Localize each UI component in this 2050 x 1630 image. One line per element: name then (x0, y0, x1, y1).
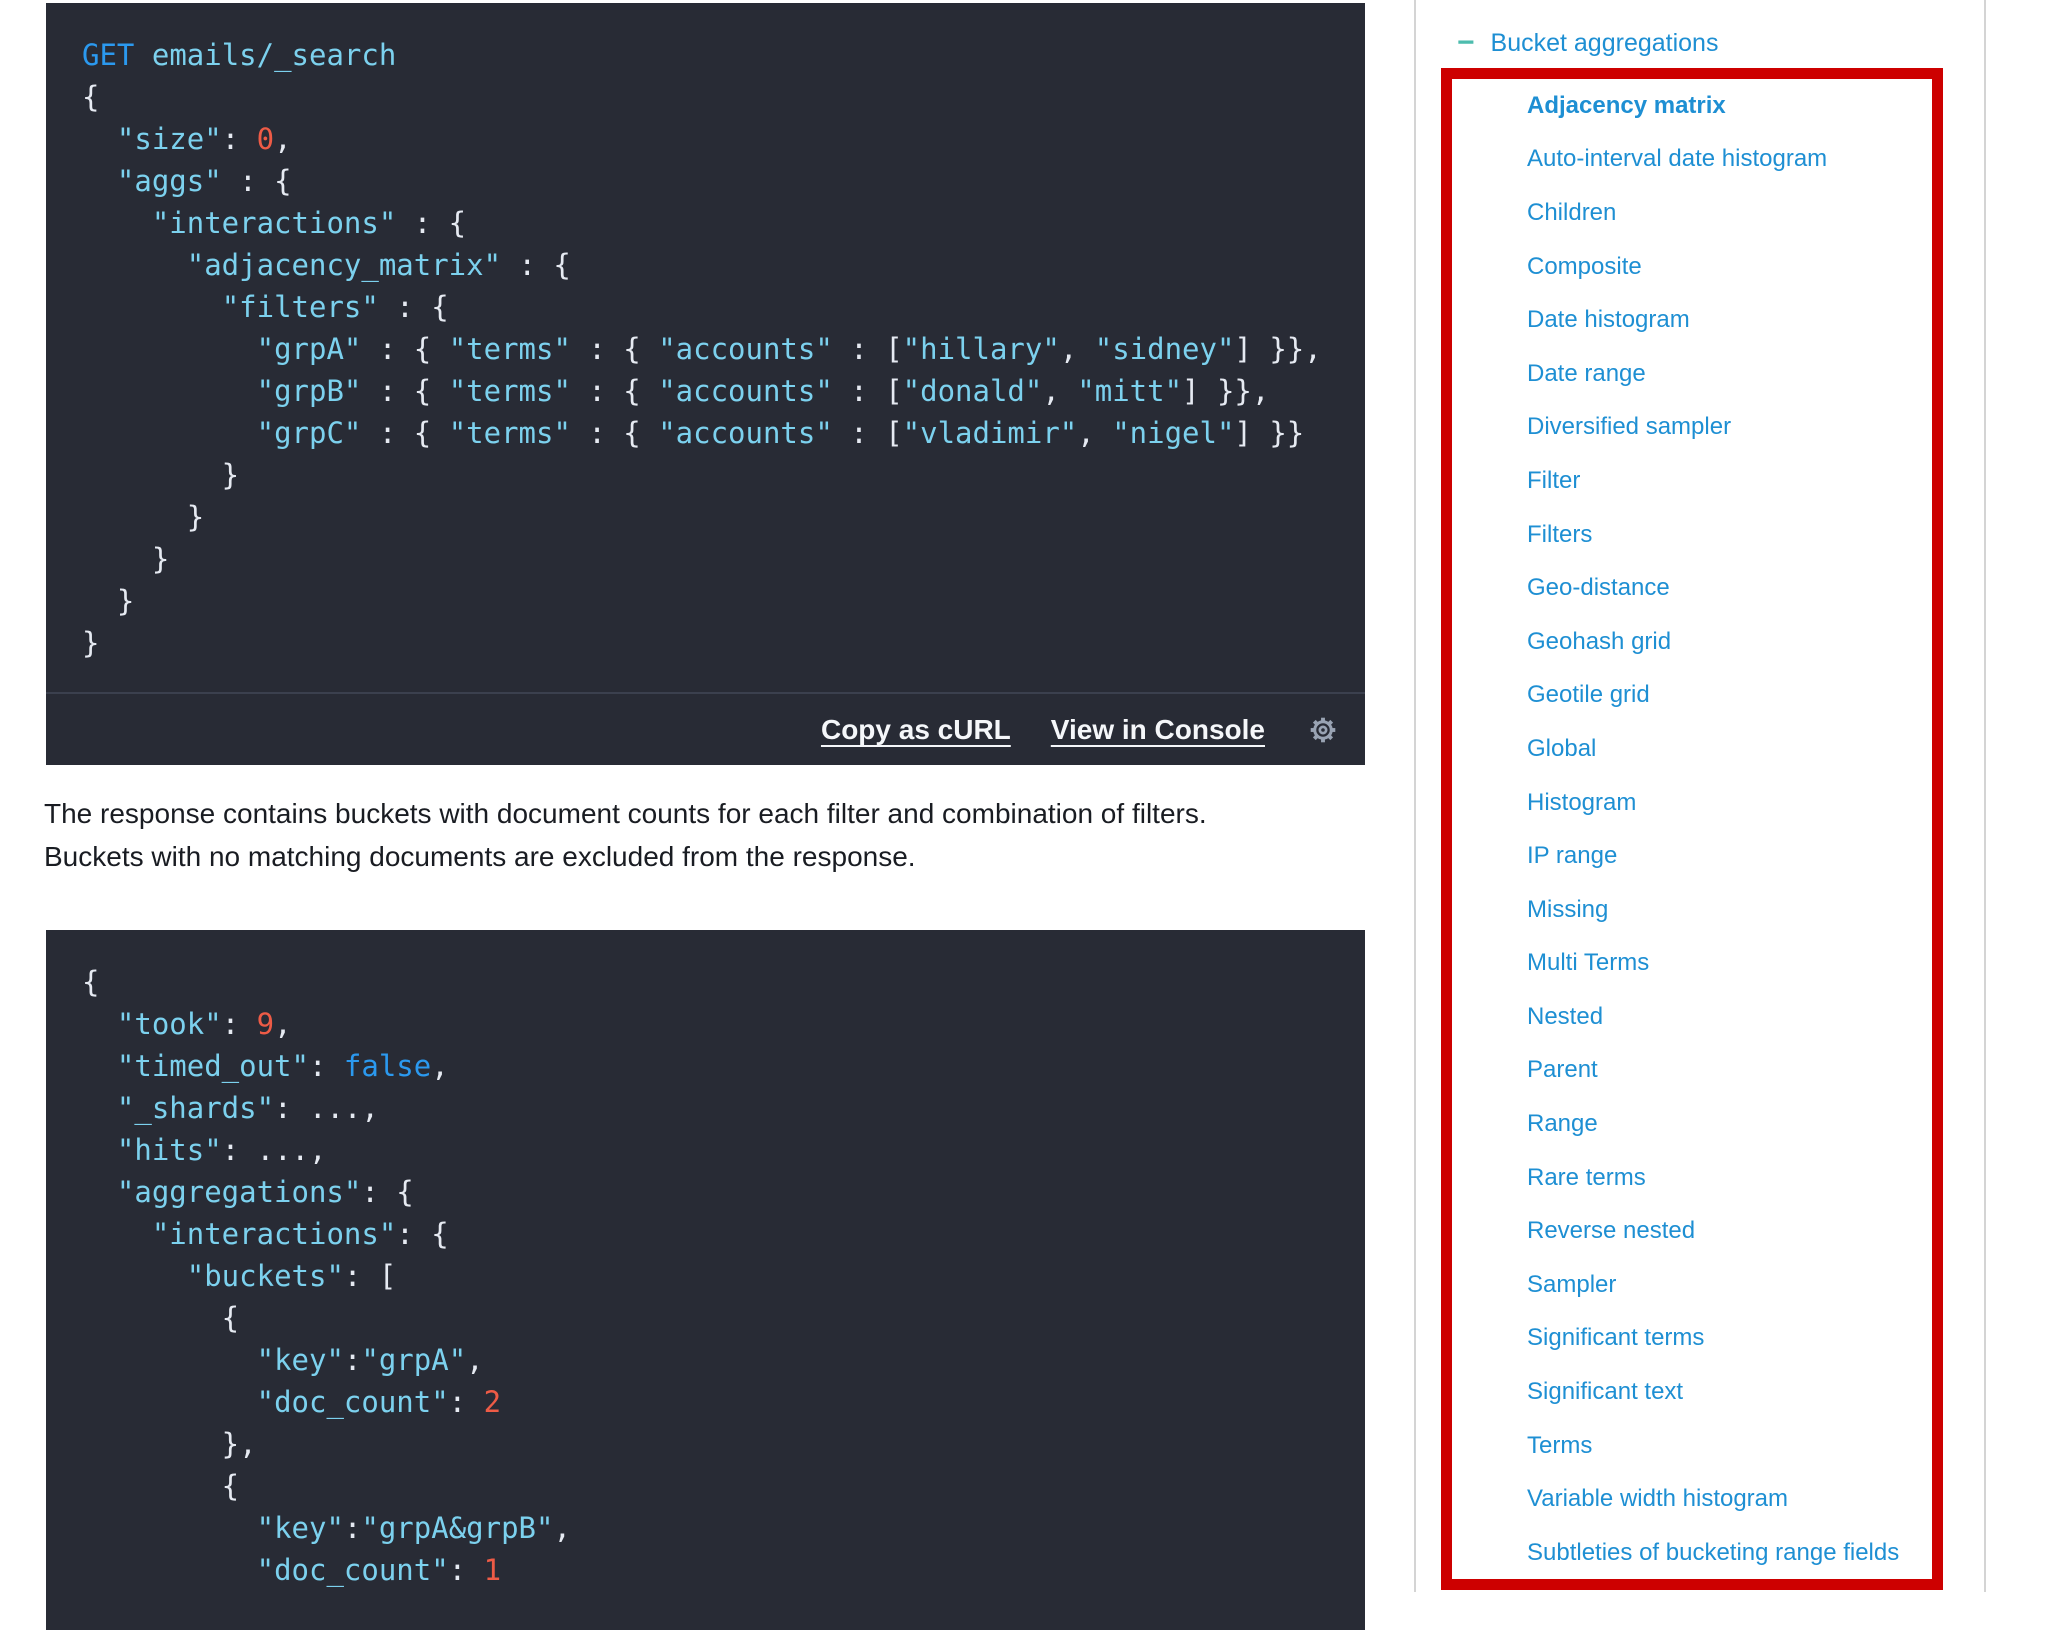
sidebar-item-rare-terms[interactable]: Rare terms (1527, 1151, 1927, 1205)
code-toolbar: Copy as cURL View in Console (46, 692, 1365, 765)
sidebar-item-children[interactable]: Children (1527, 186, 1927, 240)
sidebar-item-filters[interactable]: Filters (1527, 508, 1927, 562)
body-paragraph: The response contains buckets with docum… (44, 792, 1374, 878)
code-line: GET emails/_search (82, 34, 1345, 76)
code-line: "key":"grpA&grpB", (82, 1507, 1345, 1549)
sidebar-item-multi-terms[interactable]: Multi Terms (1527, 937, 1927, 991)
sidebar-item-histogram[interactable]: Histogram (1527, 776, 1927, 830)
response-code-block: { "took": 9, "timed_out": false, "_shard… (46, 930, 1365, 1630)
code-line: "_shards": ..., (82, 1087, 1345, 1129)
sidebar-item-terms[interactable]: Terms (1527, 1419, 1927, 1473)
sidebar-section-bucket-aggregations[interactable]: Bucket aggregations (1491, 29, 1719, 58)
code-line: "grpC" : { "terms" : { "accounts" : ["vl… (82, 412, 1345, 454)
code-line: { (82, 961, 1345, 1003)
copy-as-curl-button[interactable]: Copy as cURL (821, 714, 1011, 746)
sidebar-item-filter[interactable]: Filter (1527, 454, 1927, 508)
code-line: "aggregations": { (82, 1171, 1345, 1213)
code-line: "interactions": { (82, 1213, 1345, 1255)
code-line: { (82, 76, 1345, 118)
code-line: { (82, 1297, 1345, 1339)
content-sidebar-divider (1414, 0, 1416, 1592)
code-line: }, (82, 1423, 1345, 1465)
request-code: GET emails/_search{ "size": 0, "aggs" : … (46, 3, 1365, 692)
sidebar-item-significant-terms[interactable]: Significant terms (1527, 1312, 1927, 1366)
code-line: } (82, 580, 1345, 622)
request-code-block: GET emails/_search{ "size": 0, "aggs" : … (46, 3, 1365, 765)
code-line: "doc_count": 1 (82, 1549, 1345, 1591)
code-line: "key":"grpA", (82, 1339, 1345, 1381)
sidebar-item-parent[interactable]: Parent (1527, 1044, 1927, 1098)
sidebar-item-geo-distance[interactable]: Geo-distance (1527, 561, 1927, 615)
view-in-console-button[interactable]: View in Console (1051, 714, 1265, 746)
code-line: } (82, 454, 1345, 496)
sidebar-item-adjacency-matrix[interactable]: Adjacency matrix (1527, 79, 1927, 133)
code-line: "buckets": [ (82, 1255, 1345, 1297)
sidebar-item-significant-text[interactable]: Significant text (1527, 1365, 1927, 1419)
sidebar-item-diversified-sampler[interactable]: Diversified sampler (1527, 401, 1927, 455)
code-line: "timed_out": false, (82, 1045, 1345, 1087)
sidebar-section-heading: − Bucket aggregations (1457, 28, 1718, 58)
code-line: } (82, 622, 1345, 664)
sidebar-item-composite[interactable]: Composite (1527, 240, 1927, 294)
paragraph-line: Buckets with no matching documents are e… (44, 835, 1374, 878)
code-line: "filters" : { (82, 286, 1345, 328)
sidebar-item-date-range[interactable]: Date range (1527, 347, 1927, 401)
paragraph-line: The response contains buckets with docum… (44, 792, 1374, 835)
sidebar-nav-list: Adjacency matrixAuto-interval date histo… (1527, 79, 1927, 1580)
sidebar-item-reverse-nested[interactable]: Reverse nested (1527, 1204, 1927, 1258)
documentation-page: { "request_block": { "lines": [ [["kw","… (0, 0, 2050, 1592)
sidebar-item-geohash-grid[interactable]: Geohash grid (1527, 615, 1927, 669)
code-line: "adjacency_matrix" : { (82, 244, 1345, 286)
sidebar-item-auto-interval-date-histogram[interactable]: Auto-interval date histogram (1527, 133, 1927, 187)
code-line: "grpB" : { "terms" : { "accounts" : ["do… (82, 370, 1345, 412)
sidebar-item-ip-range[interactable]: IP range (1527, 829, 1927, 883)
sidebar-item-date-histogram[interactable]: Date histogram (1527, 293, 1927, 347)
code-line: "interactions" : { (82, 202, 1345, 244)
code-line: "hits": ..., (82, 1129, 1345, 1171)
sidebar-item-nested[interactable]: Nested (1527, 990, 1927, 1044)
sidebar-item-subtleties-of-bucketing-range-fields[interactable]: Subtleties of bucketing range fields (1527, 1526, 1927, 1580)
code-line: "aggs" : { (82, 160, 1345, 202)
sidebar-item-sampler[interactable]: Sampler (1527, 1258, 1927, 1312)
code-line: "doc_count": 2 (82, 1381, 1345, 1423)
settings-gear-icon[interactable] (1305, 712, 1341, 748)
code-line: "size": 0, (82, 118, 1345, 160)
code-line: } (82, 538, 1345, 580)
code-line: } (82, 496, 1345, 538)
sidebar-item-geotile-grid[interactable]: Geotile grid (1527, 669, 1927, 723)
code-line: { (82, 1465, 1345, 1507)
sidebar-item-missing[interactable]: Missing (1527, 883, 1927, 937)
sidebar-item-global[interactable]: Global (1527, 722, 1927, 776)
code-line: "grpA" : { "terms" : { "accounts" : ["hi… (82, 328, 1345, 370)
page-right-divider (1984, 0, 1986, 1592)
collapse-minus-icon[interactable]: − (1457, 28, 1475, 58)
sidebar-item-range[interactable]: Range (1527, 1097, 1927, 1151)
sidebar-item-variable-width-histogram[interactable]: Variable width histogram (1527, 1472, 1927, 1526)
response-code: { "took": 9, "timed_out": false, "_shard… (46, 930, 1365, 1619)
code-line: "took": 9, (82, 1003, 1345, 1045)
